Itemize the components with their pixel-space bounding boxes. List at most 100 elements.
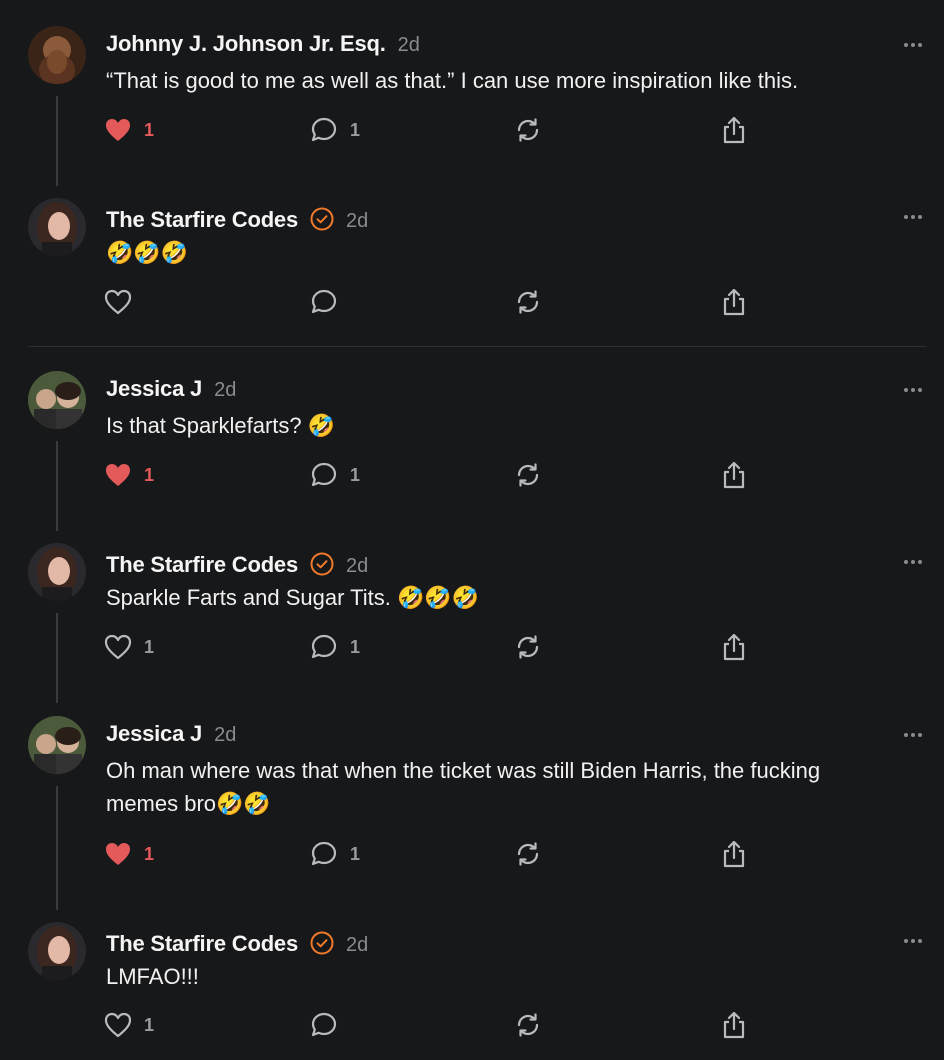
post-actions: 1 1 xyxy=(104,632,764,662)
timestamp[interactable]: 2d xyxy=(398,34,420,57)
timestamp[interactable]: 2d xyxy=(346,210,368,233)
comment-count: 1 xyxy=(350,636,361,657)
share-icon xyxy=(723,116,745,144)
like-count: 1 xyxy=(144,843,155,864)
heart-icon xyxy=(104,1012,132,1038)
author-name[interactable]: Johnny J. Johnson Jr. Esq. xyxy=(106,31,386,57)
like-button[interactable]: 1 xyxy=(104,839,154,869)
post-text: LMFAO!!! xyxy=(106,964,199,989)
repost-button[interactable] xyxy=(514,115,542,145)
share-button[interactable] xyxy=(720,839,748,869)
comment-bubble-icon xyxy=(311,1012,337,1037)
comment-count: 1 xyxy=(350,119,361,140)
verified-badge-icon xyxy=(310,207,334,231)
author-name[interactable]: The Starfire Codes xyxy=(106,931,298,957)
thread-line xyxy=(56,441,58,531)
share-button[interactable] xyxy=(720,1010,748,1040)
share-button[interactable] xyxy=(720,287,748,317)
author-name[interactable]: Jessica J xyxy=(106,721,202,747)
comment-count: 1 xyxy=(350,843,361,864)
like-button[interactable]: 1 xyxy=(104,1010,154,1040)
repost-icon xyxy=(517,635,539,659)
repost-icon xyxy=(517,290,539,314)
comment-bubble-icon xyxy=(311,841,337,866)
comment-button[interactable] xyxy=(310,287,338,317)
repost-button[interactable] xyxy=(514,287,542,317)
like-button[interactable]: 1 xyxy=(104,115,154,145)
comment-button[interactable]: 1 xyxy=(310,839,360,869)
like-count: 1 xyxy=(144,119,155,140)
repost-button[interactable] xyxy=(514,460,542,490)
timestamp[interactable]: 2d xyxy=(214,379,236,402)
avatar[interactable] xyxy=(28,371,86,429)
verified-badge-icon xyxy=(310,552,334,576)
comment-bubble-icon xyxy=(311,289,337,314)
heart-icon xyxy=(104,634,132,660)
heart-icon xyxy=(106,119,130,141)
post-actions: 1 xyxy=(104,1010,764,1040)
author-name[interactable]: Jessica J xyxy=(106,376,202,402)
avatar[interactable] xyxy=(28,922,86,980)
post-header: The Starfire Codes 2d xyxy=(106,927,368,957)
comment-bubble-icon xyxy=(311,117,337,142)
avatar[interactable] xyxy=(28,543,86,601)
repost-button[interactable] xyxy=(514,839,542,869)
thread-line xyxy=(56,96,58,186)
more-options-icon[interactable] xyxy=(902,557,924,567)
timestamp[interactable]: 2d xyxy=(346,934,368,957)
post-header: Johnny J. Johnson Jr. Esq. 2d xyxy=(106,31,420,57)
repost-icon xyxy=(517,1013,539,1037)
comment-count: 1 xyxy=(350,464,361,485)
like-count: 1 xyxy=(144,464,155,485)
thread-divider xyxy=(28,346,926,347)
more-options-icon[interactable] xyxy=(902,40,924,50)
post-text: Oh man where was that when the ticket wa… xyxy=(106,758,821,816)
thread-line xyxy=(56,786,58,910)
comment-button[interactable] xyxy=(310,1010,338,1040)
post-actions: 1 1 xyxy=(104,115,764,145)
like-button[interactable]: 1 xyxy=(104,632,154,662)
like-count: 1 xyxy=(144,1014,155,1035)
author-name[interactable]: The Starfire Codes xyxy=(106,207,298,233)
avatar[interactable] xyxy=(28,26,86,84)
post-actions xyxy=(104,287,764,317)
repost-button[interactable] xyxy=(514,632,542,662)
share-button[interactable] xyxy=(720,115,748,145)
avatar[interactable] xyxy=(28,716,86,774)
more-options-icon[interactable] xyxy=(902,385,924,395)
post-header: The Starfire Codes 2d xyxy=(106,548,368,578)
repost-icon xyxy=(517,118,539,142)
post-text: “That is good to me as well as that.” I … xyxy=(106,68,799,93)
repost-icon xyxy=(517,463,539,487)
comment-button[interactable]: 1 xyxy=(310,115,360,145)
post-text: Sparkle Farts and Sugar Tits. 🤣🤣🤣 xyxy=(106,585,480,610)
more-options-icon[interactable] xyxy=(902,730,924,740)
post-header: The Starfire Codes 2d xyxy=(106,203,368,233)
post-header: Jessica J 2d xyxy=(106,376,236,402)
like-button[interactable] xyxy=(104,287,132,317)
verified-badge-icon xyxy=(310,931,334,955)
share-icon xyxy=(723,1011,745,1039)
share-button[interactable] xyxy=(720,460,748,490)
heart-icon xyxy=(106,843,130,865)
comment-button[interactable]: 1 xyxy=(310,460,360,490)
post-actions: 1 1 xyxy=(104,839,764,869)
timestamp[interactable]: 2d xyxy=(346,555,368,578)
author-name[interactable]: The Starfire Codes xyxy=(106,552,298,578)
more-options-icon[interactable] xyxy=(902,936,924,946)
more-options-icon[interactable] xyxy=(902,212,924,222)
avatar[interactable] xyxy=(28,198,86,256)
share-icon xyxy=(723,461,745,489)
post-header: Jessica J 2d xyxy=(106,721,236,747)
timestamp[interactable]: 2d xyxy=(214,724,236,747)
post-actions: 1 1 xyxy=(104,460,764,490)
comment-bubble-icon xyxy=(311,462,337,487)
like-button[interactable]: 1 xyxy=(104,460,154,490)
comment-button[interactable]: 1 xyxy=(310,632,360,662)
thread-line xyxy=(56,613,58,703)
repost-icon xyxy=(517,842,539,866)
post-text: Is that Sparklefarts? 🤣 xyxy=(106,413,336,438)
heart-icon xyxy=(104,289,132,315)
share-button[interactable] xyxy=(720,632,748,662)
repost-button[interactable] xyxy=(514,1010,542,1040)
